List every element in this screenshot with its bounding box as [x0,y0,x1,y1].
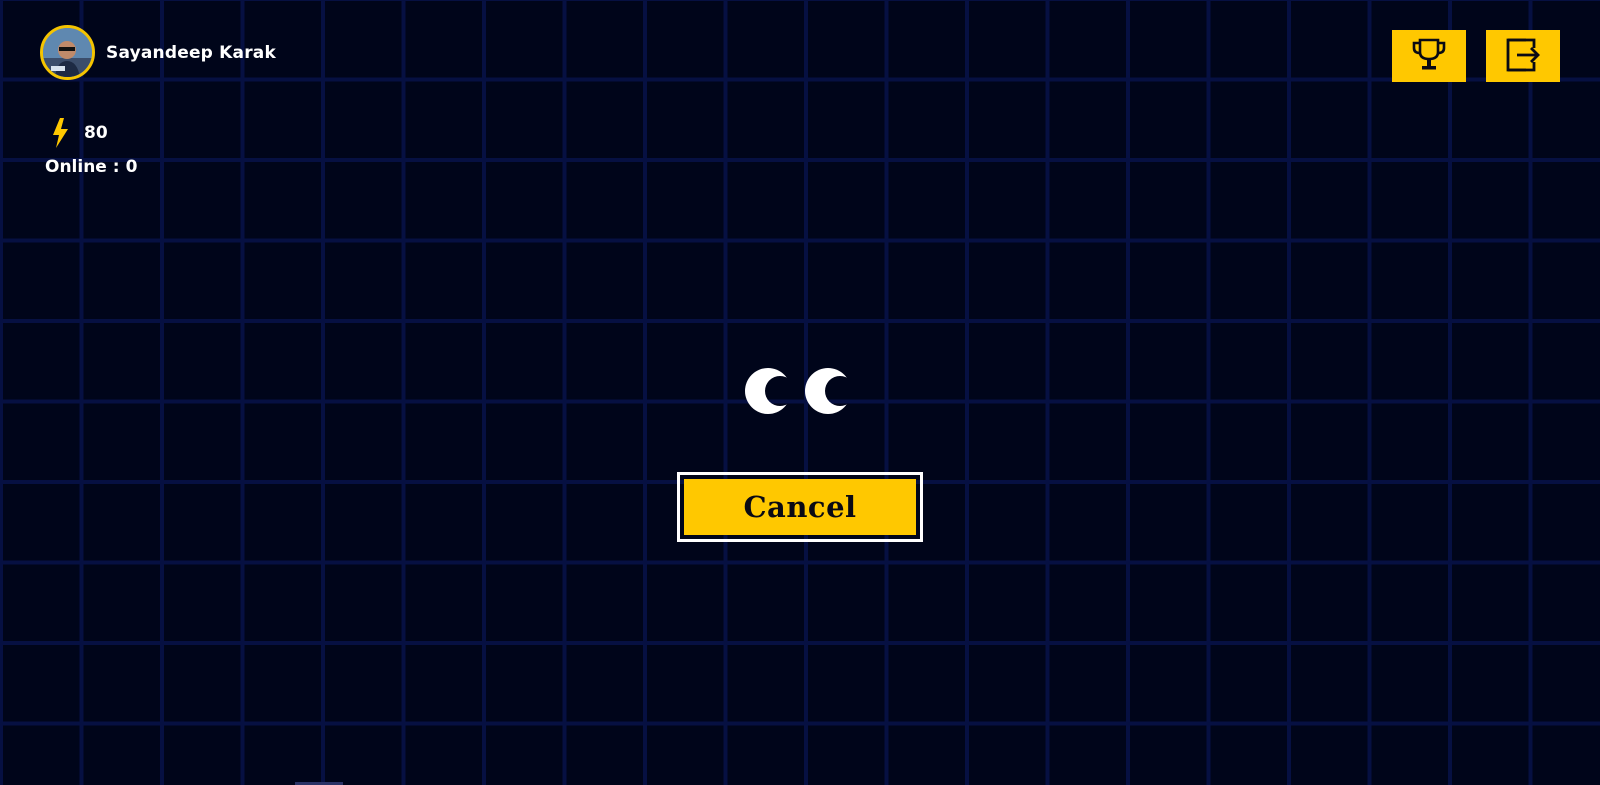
energy-counter: 80 [50,118,108,148]
user-profile: Sayandeep Karak [40,25,276,80]
logout-icon [1504,37,1542,76]
matchmaking-loader [744,367,852,415]
crescent-loader-icon [804,367,852,415]
crescent-loader-icon [744,367,792,415]
lightning-bolt-icon [50,118,70,148]
cancel-button[interactable]: Cancel [684,479,916,535]
logout-button[interactable] [1486,30,1560,82]
cancel-button-frame: Cancel [677,472,923,542]
trophy-icon [1411,37,1447,76]
avatar-image [43,28,92,77]
user-name: Sayandeep Karak [106,42,276,63]
online-status: Online : 0 [45,157,137,177]
avatar[interactable] [40,25,95,80]
energy-value: 80 [84,123,108,143]
online-count: 0 [125,157,138,177]
online-label: Online : [45,157,120,177]
leaderboard-button[interactable] [1392,30,1466,82]
